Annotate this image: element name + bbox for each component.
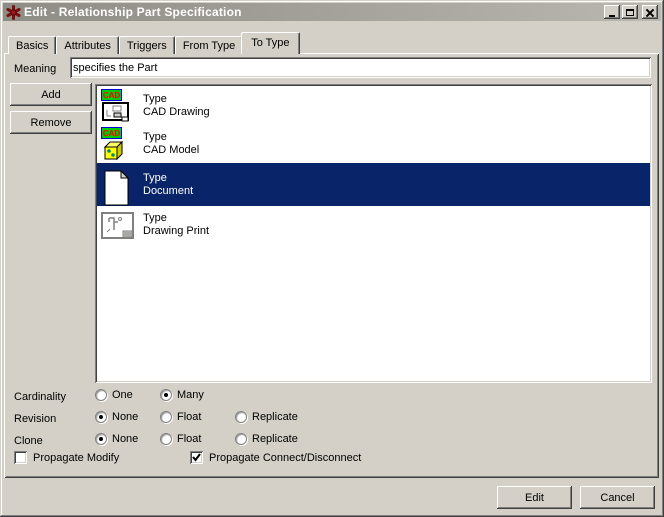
titlebar[interactable]: Edit - Relationship Part Specification xyxy=(3,3,661,21)
radio-cardinality-many-label[interactable]: Many xyxy=(177,389,204,401)
item-line2: CAD Drawing xyxy=(143,106,210,119)
drawing-print-icon xyxy=(101,208,135,242)
list-item-text: Type Document xyxy=(143,172,193,198)
add-button[interactable]: Add xyxy=(10,83,92,106)
radio-clone-replicate-label[interactable]: Replicate xyxy=(252,433,298,445)
meaning-input[interactable] xyxy=(70,57,651,78)
radio-revision-replicate-label[interactable]: Replicate xyxy=(252,411,298,423)
tab-from-type[interactable]: From Type xyxy=(175,36,243,54)
list-item-cad-drawing[interactable]: CAD Type CAD Drawing xyxy=(97,87,650,125)
list-item-cad-model[interactable]: CAD Type CAD Model xyxy=(97,125,650,163)
edit-button[interactable]: Edit xyxy=(497,486,572,509)
radio-clone-float[interactable] xyxy=(160,433,172,445)
check-icon xyxy=(192,453,201,462)
cad-badge: CAD xyxy=(101,127,122,139)
item-line1: Type xyxy=(143,93,210,106)
radio-clone-replicate[interactable] xyxy=(235,433,247,445)
tab-basics[interactable]: Basics xyxy=(8,36,56,54)
minimize-button[interactable] xyxy=(604,5,620,19)
radio-revision-float[interactable] xyxy=(160,411,172,423)
remove-button[interactable]: Remove xyxy=(10,111,92,134)
list-item-drawing-print[interactable]: Type Drawing Print xyxy=(97,206,650,244)
item-line1: Type xyxy=(143,212,209,225)
type-listbox[interactable]: CAD Type CAD Drawing CAD xyxy=(95,84,652,383)
list-item-document[interactable]: Type Document xyxy=(97,163,650,206)
list-item-text: Type CAD Drawing xyxy=(143,93,210,119)
item-line2: CAD Model xyxy=(143,144,199,157)
item-line1: Type xyxy=(143,172,193,185)
cad-model-icon: CAD xyxy=(101,127,135,161)
item-line2: Document xyxy=(143,185,193,198)
radio-revision-none[interactable] xyxy=(95,411,107,423)
tab-attributes[interactable]: Attributes xyxy=(56,36,118,54)
revision-label: Revision xyxy=(14,413,56,425)
tab-to-type[interactable]: To Type xyxy=(241,32,299,54)
tab-triggers[interactable]: Triggers xyxy=(119,36,175,54)
radio-clone-float-label[interactable]: Float xyxy=(177,433,201,445)
cad-badge: CAD xyxy=(101,89,122,101)
list-item-text: Type CAD Model xyxy=(143,131,199,157)
close-icon xyxy=(646,9,654,16)
item-line2: Drawing Print xyxy=(143,225,209,238)
cardinality-label: Cardinality xyxy=(14,391,66,403)
close-button[interactable] xyxy=(642,5,658,19)
cancel-button[interactable]: Cancel xyxy=(580,486,655,509)
checkbox-propagate-modify[interactable] xyxy=(14,451,27,464)
radio-revision-none-label[interactable]: None xyxy=(112,411,138,423)
to-type-panel: Meaning Add Remove CAD Type xyxy=(4,53,659,478)
list-item-text: Type Drawing Print xyxy=(143,212,209,238)
edit-relationship-dialog: Edit - Relationship Part Specification B… xyxy=(0,0,664,517)
radio-revision-replicate[interactable] xyxy=(235,411,247,423)
minimize-icon xyxy=(609,15,615,17)
clone-label: Clone xyxy=(14,435,43,447)
meaning-label: Meaning xyxy=(14,63,56,75)
radio-clone-none-label[interactable]: None xyxy=(112,433,138,445)
radio-revision-float-label[interactable]: Float xyxy=(177,411,201,423)
checkbox-propagate-modify-label[interactable]: Propagate Modify xyxy=(33,452,119,464)
maximize-button[interactable] xyxy=(622,5,638,19)
windchill-pinwheel-icon xyxy=(6,5,21,20)
radio-cardinality-one-label[interactable]: One xyxy=(112,389,133,401)
tab-strip: Basics Attributes Triggers From Type To … xyxy=(8,32,299,54)
radio-cardinality-many[interactable] xyxy=(160,389,172,401)
document-icon xyxy=(101,168,135,202)
maximize-icon xyxy=(626,9,634,16)
checkbox-propagate-connect[interactable] xyxy=(190,451,203,464)
radio-clone-none[interactable] xyxy=(95,433,107,445)
radio-cardinality-one[interactable] xyxy=(95,389,107,401)
window-title: Edit - Relationship Part Specification xyxy=(24,5,602,19)
checkbox-propagate-connect-label[interactable]: Propagate Connect/Disconnect xyxy=(209,452,361,464)
cad-drawing-icon: CAD xyxy=(101,89,135,123)
item-line1: Type xyxy=(143,131,199,144)
